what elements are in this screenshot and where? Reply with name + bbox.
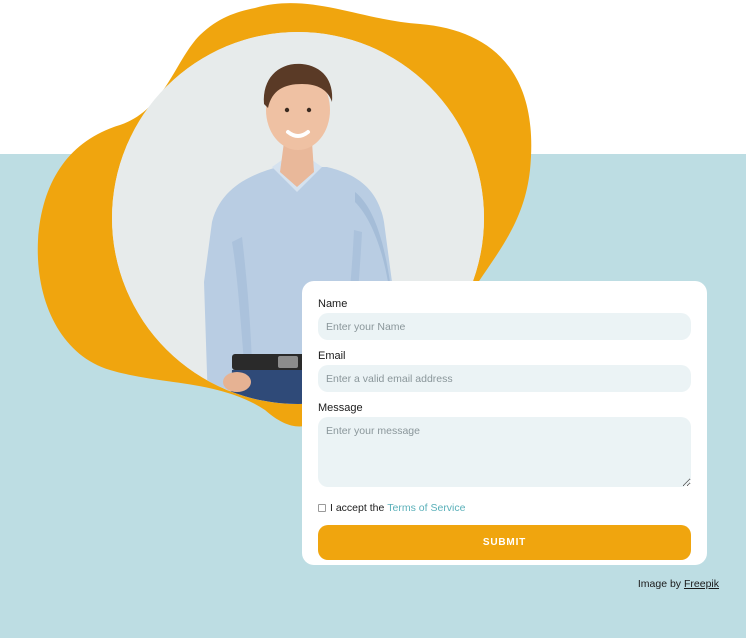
terms-row: I accept the Terms of Service [318, 501, 691, 515]
name-input[interactable] [318, 313, 691, 340]
message-textarea[interactable] [318, 417, 691, 487]
credit-prefix: Image by [637, 578, 682, 590]
email-label: Email [318, 350, 346, 362]
email-input[interactable] [318, 365, 691, 392]
image-credit: Image by Freepik [638, 578, 719, 590]
contact-form-card: Name Email Message I accept the Terms of… [302, 281, 707, 565]
freepik-link[interactable]: Freepik [684, 578, 719, 590]
name-label: Name [318, 298, 348, 310]
submit-button[interactable]: SUBMIT [318, 525, 691, 560]
terms-prefix: I accept the [330, 502, 385, 514]
terms-checkbox[interactable] [318, 504, 326, 512]
terms-of-service-link[interactable]: Terms of Service [387, 502, 465, 514]
message-label: Message [318, 402, 363, 414]
